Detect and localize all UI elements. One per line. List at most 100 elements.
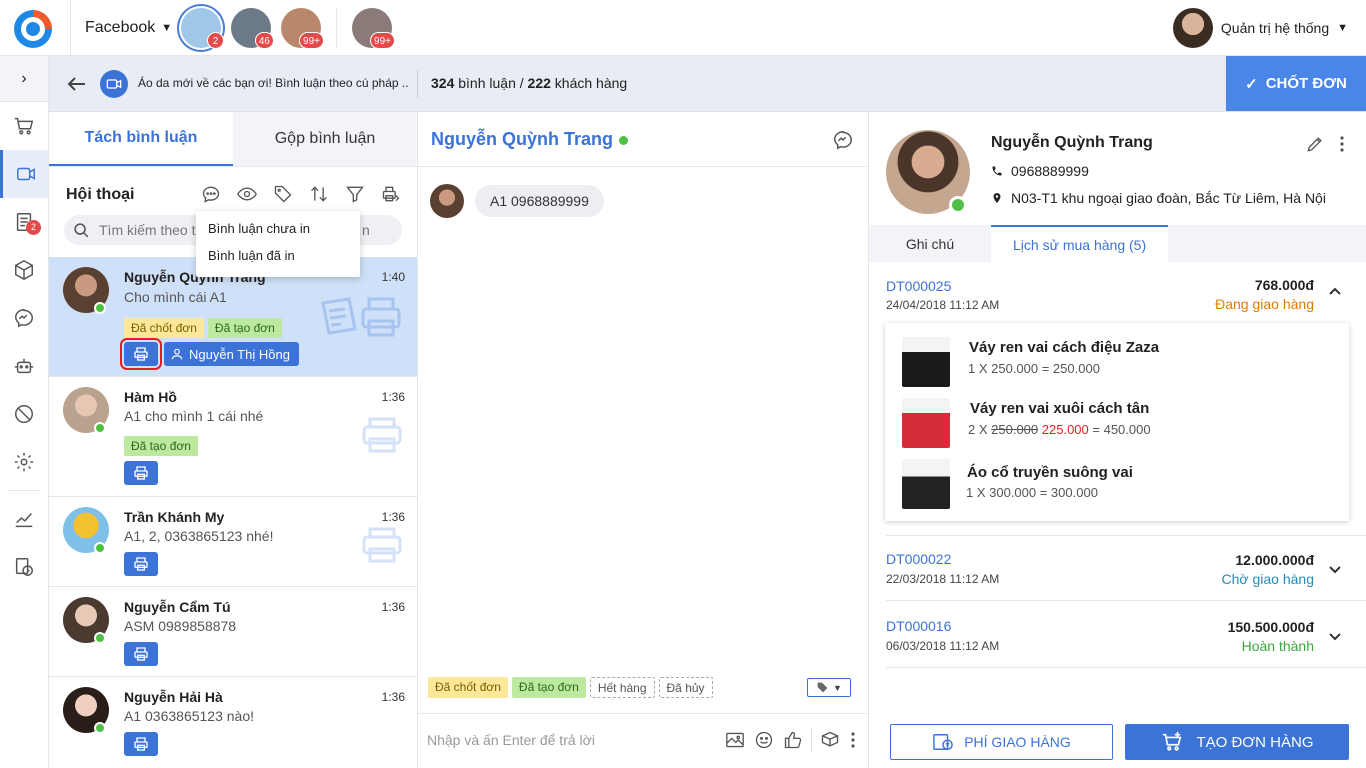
print-button[interactable] (124, 642, 158, 666)
page-avatar[interactable]: 2 (178, 5, 224, 51)
channel-select[interactable]: Facebook ▼ (70, 0, 172, 56)
sidebar-item-reports[interactable] (0, 495, 48, 543)
comment-tabs: Tách bình luận Gộp bình luận (49, 112, 417, 167)
chart-icon (15, 513, 33, 528)
chevron-up-icon[interactable] (1328, 284, 1342, 299)
chat-contact[interactable]: Nguyễn Quỳnh Trang (431, 129, 629, 150)
arrow-left-icon[interactable] (65, 72, 89, 96)
print-button[interactable] (120, 338, 162, 370)
tab-notes[interactable]: Ghi chú (869, 225, 991, 262)
sidebar-item-messages[interactable] (0, 294, 48, 342)
order-amount: 150.500.000đ (1227, 619, 1314, 635)
chevron-down-icon[interactable] (1328, 630, 1342, 645)
chat-header: Nguyễn Quỳnh Trang (418, 112, 868, 167)
sidebar-item-settings[interactable] (0, 438, 48, 486)
list-item[interactable]: Nguyễn Cẩm Tú 1:36 ASM 0989858878 (49, 587, 417, 677)
page-avatar[interactable]: 46 (228, 5, 274, 51)
confirm-order-button[interactable]: ✓ CHỐT ĐƠN (1226, 56, 1366, 111)
divider (417, 70, 418, 98)
message-input[interactable]: Nhập và ấn Enter để trả lời (427, 732, 595, 748)
conversation-message: A1 cho mình 1 cái nhé (124, 408, 264, 424)
list-item[interactable]: Nguyễn Hải Hà 1:36 A1 0363865123 nào! (49, 677, 417, 767)
order-row[interactable]: DT000016 06/03/2018 11:12 AM 150.500.000… (886, 612, 1349, 662)
sidebar-item-livestream[interactable] (0, 150, 48, 198)
customer-name: Nguyễn Quỳnh Trang (991, 134, 1153, 151)
tag-out-of-stock[interactable]: Hết hàng (589, 677, 655, 698)
thumbs-up-icon[interactable] (782, 728, 804, 752)
box-search-icon[interactable] (819, 728, 841, 752)
conversation-name: Trần Khánh My (124, 509, 225, 525)
channel-label: Facebook (85, 19, 156, 36)
clock-document-icon (15, 558, 33, 576)
tag-created[interactable]: Đã tạo đơn (511, 677, 586, 698)
page-avatar[interactable]: 99+ (349, 5, 395, 51)
post-title[interactable]: Áo da mới về các bạn ơi! Bình luận theo … (138, 76, 408, 90)
order-row[interactable]: DT000022 22/03/2018 11:12 AM 12.000.000đ… (886, 545, 1349, 595)
dropdown-item-printed[interactable]: Bình luận đã in (196, 248, 360, 275)
conversation-heading: Hội thoại (66, 186, 135, 203)
order-row[interactable]: DT000025 24/04/2018 11:12 AM 768.000đ Đa… (886, 272, 1349, 318)
list-item[interactable]: Hàm Hồ 1:36 A1 cho mình 1 cái nhé Đã tạo… (49, 377, 417, 497)
image-icon[interactable] (724, 728, 746, 752)
eye-icon[interactable] (233, 180, 261, 208)
printer-icon (134, 647, 148, 661)
sort-icon[interactable] (305, 180, 333, 208)
tag-icon[interactable] (269, 180, 297, 208)
print-button[interactable] (124, 461, 158, 485)
filter-icon[interactable] (341, 180, 369, 208)
printer-icon (134, 737, 148, 751)
tag-confirmed[interactable]: Đã chốt đơn (428, 677, 508, 698)
tag-cancelled[interactable]: Đã hủy (658, 677, 713, 698)
print-button[interactable] (124, 732, 158, 756)
sidebar-item-products[interactable] (0, 246, 48, 294)
sidebar-item-shop[interactable] (0, 102, 48, 150)
online-indicator (949, 196, 967, 214)
print-button[interactable] (124, 552, 158, 576)
page-avatar[interactable]: 99+ (278, 5, 324, 51)
more-vertical-icon[interactable] (848, 728, 858, 752)
robot-icon (14, 358, 34, 374)
more-vertical-icon[interactable] (1339, 134, 1345, 154)
order-status: Đang giao hàng (1215, 296, 1314, 312)
assigned-staff-button[interactable]: Nguyễn Thị Hồng (164, 342, 299, 366)
order-code[interactable]: DT000022 (886, 551, 951, 567)
product-image (902, 459, 950, 509)
sidebar-item-history[interactable] (0, 543, 48, 591)
sidebar-toggle[interactable]: › (0, 56, 48, 102)
divider (886, 600, 1366, 601)
list-item[interactable]: Trần Khánh My 1:36 A1, 2, 0363865123 nhé… (49, 497, 417, 587)
create-order-button[interactable]: TẠO ĐƠN HÀNG (1125, 724, 1349, 760)
check-icon: ✓ (1245, 75, 1258, 93)
dropdown-item-unprinted[interactable]: Bình luận chưa in (196, 221, 360, 248)
divider (811, 728, 812, 752)
order-code[interactable]: DT000016 (886, 618, 951, 634)
conversation-name: Hàm Hồ (124, 389, 177, 405)
tag-select[interactable]: ▼ (807, 678, 851, 697)
post-bar: Áo da mới về các bạn ơi! Bình luận theo … (49, 56, 1366, 112)
tab-purchase-history[interactable]: Lịch sử mua hàng (5) (991, 225, 1169, 262)
sidebar-item-orders[interactable]: 2 (0, 198, 48, 246)
conversation-name: Nguyễn Cẩm Tú (124, 599, 231, 615)
pencil-icon[interactable] (1305, 134, 1325, 154)
order-amount: 12.000.000đ (1235, 552, 1314, 568)
chevron-down-icon[interactable] (1328, 563, 1342, 578)
chevron-down-icon: ▼ (1337, 22, 1348, 34)
location-icon (993, 193, 1001, 203)
tag-row: Đã chốt đơn Đã tạo đơn (124, 318, 286, 338)
composer-toolbar (724, 728, 858, 752)
messenger-icon[interactable] (832, 129, 854, 151)
sidebar-item-blocked[interactable] (0, 390, 48, 438)
printer-icon (134, 347, 148, 361)
order-code[interactable]: DT000025 (886, 278, 951, 294)
tab-merge-comments[interactable]: Gộp bình luận (233, 112, 417, 166)
user-menu[interactable]: Quản trị hệ thống ▼ (1172, 8, 1348, 48)
printer-icon (134, 466, 148, 480)
printer-export-icon[interactable] (377, 180, 405, 208)
tab-split-comments[interactable]: Tách bình luận (49, 112, 233, 166)
emoji-icon[interactable] (753, 728, 775, 752)
product-quantity: 1 X 250.000 = 250.000 (968, 361, 1100, 376)
sidebar-item-bot[interactable] (0, 342, 48, 390)
shipping-fee-button[interactable]: PHÍ GIAO HÀNG (890, 724, 1113, 760)
app-logo[interactable] (12, 8, 54, 50)
chat-bubble-icon[interactable] (197, 180, 225, 208)
